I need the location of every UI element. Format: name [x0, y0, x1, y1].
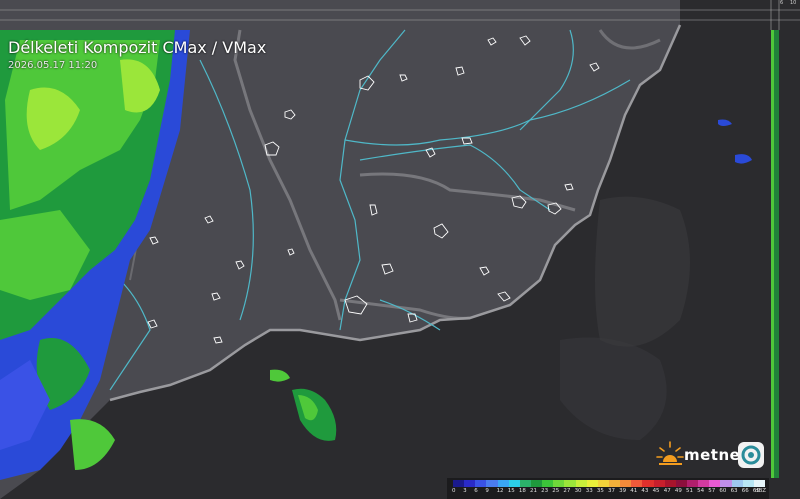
legend-swatch	[698, 480, 710, 487]
legend-swatch	[608, 480, 621, 487]
top-tick: 6	[780, 0, 784, 6]
legend-swatch	[586, 480, 598, 487]
legend-label: 12	[496, 488, 504, 494]
legend-swatch	[675, 480, 687, 487]
legend-label: 0	[452, 488, 456, 494]
legend-labels: 0 3 6 9 12 15 18 21 23 25 27 30 33 35 37 39 41 43 45 47 49 51…	[452, 488, 767, 497]
legend-label: 57	[708, 488, 716, 494]
legend-label: 54	[697, 488, 705, 494]
legend-label: 51	[686, 488, 693, 494]
legend-swatch	[575, 480, 587, 487]
legend-label: 43	[641, 488, 649, 494]
legend-swatch	[709, 480, 721, 487]
legend-label: 27	[563, 488, 571, 494]
legend-label: 6	[474, 488, 478, 494]
legend-swatch	[553, 480, 565, 487]
legend-swatch	[453, 480, 465, 487]
legend-label: 30	[574, 488, 582, 494]
legend-swatch	[620, 480, 632, 487]
legend-label: 63	[730, 488, 738, 494]
dbz-legend: 0 3 6 9 12 15 18 21 23 25 27 30 33 35 37 39 41 43 45 47 49 51…	[447, 478, 769, 499]
legend-label: 25	[552, 488, 560, 494]
legend-label: 66	[741, 488, 749, 494]
sun-icon	[656, 441, 684, 465]
top-scale: 6 10	[0, 0, 800, 30]
legend-label: 45	[652, 488, 660, 494]
legend-label: 49	[674, 488, 682, 494]
legend-swatch	[686, 480, 699, 487]
legend-label: 41	[630, 488, 638, 494]
legend-swatch	[720, 480, 732, 487]
legend-swatch	[497, 480, 509, 487]
timestamp: 2026.05.17 11:20	[8, 60, 98, 71]
legend-label: 60	[719, 488, 727, 494]
legend-label: 33	[585, 488, 593, 494]
legend-label: 23	[541, 488, 549, 494]
legend-swatch	[631, 480, 643, 487]
legend-label: dBZ	[755, 488, 767, 494]
hail-badge-icon	[738, 442, 764, 468]
legend-swatch	[597, 480, 609, 487]
legend-swatch	[753, 480, 765, 487]
legend-swatch	[475, 480, 487, 487]
legend-swatch	[642, 480, 654, 487]
legend-swatch	[564, 480, 576, 487]
top-tick: 10	[790, 0, 797, 6]
legend-swatch	[542, 480, 554, 487]
legend-swatch	[464, 480, 476, 487]
legend-label: 18	[518, 488, 526, 494]
legend-label: 35	[596, 488, 604, 494]
legend-swatch	[731, 480, 743, 487]
legend-label: 37	[608, 488, 615, 494]
legend-label: 15	[507, 488, 515, 494]
legend-label: 47	[663, 488, 671, 494]
legend-swatch	[486, 480, 498, 487]
legend-label: 9	[485, 488, 489, 494]
legend-label: 3	[463, 488, 467, 494]
legend-swatch	[508, 480, 520, 487]
map-title: Délkeleti Kompozit CMax / VMax	[8, 38, 267, 57]
legend-swatch	[742, 480, 754, 487]
radar-map	[0, 0, 800, 499]
legend-label: 39	[619, 488, 627, 494]
legend-label: 21	[530, 488, 537, 494]
legend-swatch	[653, 480, 665, 487]
legend-swatch	[664, 480, 676, 487]
legend-swatch	[530, 480, 543, 487]
legend-color-bar	[453, 480, 765, 487]
legend-swatch	[519, 480, 531, 487]
